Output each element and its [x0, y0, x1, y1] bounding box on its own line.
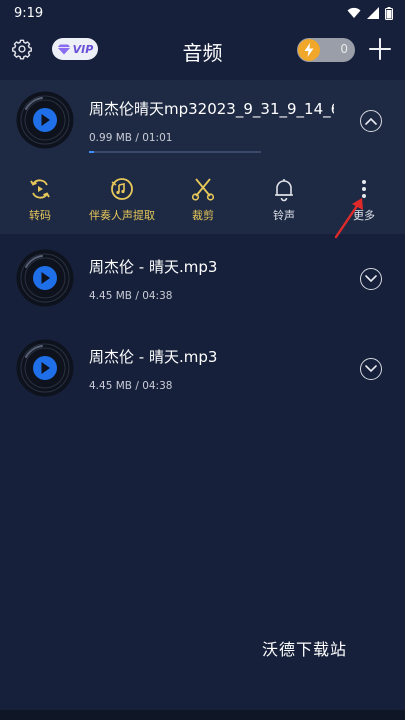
- lightning-icon: [298, 39, 320, 61]
- action-label: 转码: [29, 209, 51, 222]
- collapse-button[interactable]: [360, 110, 382, 132]
- more-vertical-icon: [362, 176, 366, 202]
- coin-toggle[interactable]: 0: [297, 38, 355, 62]
- signal-icon: [367, 7, 379, 19]
- action-label: 伴奏人声提取: [89, 209, 155, 222]
- status-time: 9:19: [14, 5, 44, 21]
- diamond-icon: [57, 44, 71, 54]
- battery-icon: [385, 6, 393, 20]
- chevron-down-icon: [365, 275, 377, 283]
- app-header: VIP 音频 0: [0, 26, 405, 74]
- bell-icon: [275, 179, 293, 202]
- vip-label: VIP: [72, 42, 94, 56]
- scissors-icon: [191, 178, 215, 201]
- action-more[interactable]: 更多: [324, 176, 404, 223]
- track-title: 周杰伦 - 晴天.mp3: [89, 258, 218, 276]
- action-label: 裁剪: [192, 209, 214, 222]
- system-nav-bar: [0, 710, 405, 720]
- vinyl-play-icon[interactable]: [16, 339, 74, 397]
- vip-badge[interactable]: VIP: [52, 38, 98, 60]
- track-row-3[interactable]: [0, 324, 405, 410]
- vocal-extract-icon: [111, 178, 133, 200]
- action-convert[interactable]: 转码: [0, 176, 80, 223]
- track-meta: 4.45 MB / 04:38: [89, 290, 173, 302]
- gear-icon[interactable]: [11, 38, 33, 60]
- coin-count: 0: [340, 42, 348, 56]
- playback-progress[interactable]: [89, 151, 261, 153]
- track-meta: 4.45 MB / 04:38: [89, 380, 173, 392]
- status-bar: 9:19: [0, 0, 405, 26]
- status-icons: [347, 6, 393, 20]
- convert-icon: [30, 179, 50, 199]
- wifi-icon: [347, 7, 361, 18]
- track-row-1[interactable]: [0, 80, 405, 166]
- chevron-down-icon: [365, 365, 377, 373]
- expand-button[interactable]: [360, 358, 382, 380]
- vinyl-play-icon[interactable]: [16, 91, 74, 149]
- watermark: 沃德下载站: [262, 640, 348, 659]
- action-label: 更多: [353, 209, 375, 222]
- action-ringtone[interactable]: 铃声: [244, 176, 324, 223]
- progress-fill: [89, 151, 95, 153]
- chevron-up-icon: [365, 117, 377, 125]
- track-meta: 0.99 MB / 01:01: [89, 132, 173, 144]
- track-action-bar: 转码 伴奏人声提取 裁剪 铃声 更多: [0, 168, 405, 234]
- track-title: 周杰伦 - 晴天.mp3: [89, 348, 218, 366]
- action-label: 铃声: [273, 209, 295, 222]
- action-trim[interactable]: 裁剪: [163, 176, 243, 223]
- track-row-2[interactable]: [0, 234, 405, 320]
- add-icon[interactable]: [368, 37, 392, 61]
- action-vocal-extract[interactable]: 伴奏人声提取: [82, 176, 162, 223]
- vinyl-play-icon[interactable]: [16, 249, 74, 307]
- expand-button[interactable]: [360, 268, 382, 290]
- track-title: 周杰伦晴天mp32023_9_31_9_14_6...: [89, 100, 334, 118]
